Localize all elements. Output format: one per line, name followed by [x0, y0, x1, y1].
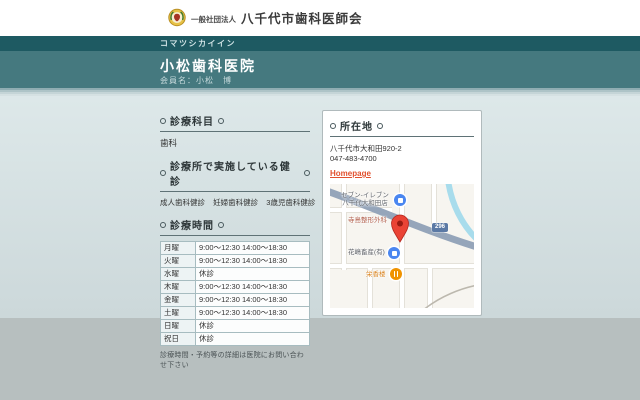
- clinic-detail-page: 一般社団法人 八千代市歯科医師会 コマツシカイイン 小松歯科医院 会員名：小松 …: [0, 0, 640, 400]
- time-cell: 9:00〜12:30 14:00〜18:30: [195, 254, 310, 268]
- day-cell: 祝日: [160, 332, 196, 346]
- day-cell: 木曜: [160, 280, 196, 294]
- checkup-item: 妊婦歯科健診: [213, 198, 259, 207]
- heading-dot: [218, 117, 224, 124]
- store-poi-icon: [394, 194, 406, 206]
- map-label-restaurant: 栄香楼: [366, 271, 386, 278]
- member-name: 会員名：小松 博: [160, 76, 232, 85]
- day-cell: 日曜: [160, 319, 196, 333]
- time-cell: 9:00〜12:30 14:00〜18:30: [195, 241, 310, 255]
- day-cell: 金曜: [160, 293, 196, 307]
- departments-heading-label: 診療科目: [170, 117, 214, 128]
- departments-value: 歯科: [160, 138, 178, 148]
- hours-note: 診療時間・予約等の詳細は医院にお問い合わせ下さい: [160, 352, 304, 369]
- time-cell: 9:00〜12:30 14:00〜18:30: [195, 306, 310, 320]
- location-heading-label: 所在地: [340, 122, 373, 133]
- heading-dot: [218, 221, 224, 228]
- main-content: 診療科目 歯科 診療所で実施している健診 成人歯科健診 妊婦歯科健診 3歳児歯科…: [0, 98, 640, 369]
- association-logo-icon: [168, 8, 186, 27]
- heading-dot: [160, 170, 166, 176]
- table-row: 金曜 9:00〜12:30 14:00〜18:30: [160, 293, 310, 307]
- checkup-item: 3歳児歯科健診: [266, 198, 316, 207]
- checkup-item: 成人歯科健診: [160, 198, 205, 207]
- clinic-address: 八千代市大和田920-2: [330, 144, 402, 153]
- org-home-link[interactable]: 一般社団法人 八千代市歯科医師会: [168, 8, 363, 27]
- band-fade-divider: [0, 88, 640, 98]
- table-row: 火曜 9:00〜12:30 14:00〜18:30: [160, 254, 310, 268]
- office-hours-table: 月曜 9:00〜12:30 14:00〜18:30 火曜 9:00〜12:30 …: [160, 241, 310, 346]
- company-poi-icon: [388, 247, 400, 259]
- day-cell: 火曜: [160, 254, 196, 268]
- org-name: 八千代市歯科医師会: [241, 12, 363, 26]
- heading-dot: [160, 221, 166, 228]
- page-title: 小松歯科医院: [160, 58, 256, 74]
- map-label-hospital: 寺島整形外科: [348, 217, 387, 224]
- table-row: 木曜 9:00〜12:30 14:00〜18:30: [160, 280, 310, 294]
- route-296-shield: 296: [432, 223, 448, 232]
- checkups-heading-label: 診療所で実施している健診: [170, 162, 291, 188]
- clinic-title-band: 小松歯科医院 会員名：小松 博: [0, 51, 640, 88]
- map-label-convenience-store: セブン-イレブン 八千代大和田店: [336, 192, 394, 207]
- table-row: 祝日 休診: [160, 332, 310, 346]
- org-prefix: 一般社団法人: [191, 15, 236, 24]
- heading-dot: [377, 122, 383, 129]
- homepage-link[interactable]: Homepage: [330, 169, 371, 178]
- day-cell: 月曜: [160, 241, 196, 255]
- time-cell: 9:00〜12:30 14:00〜18:30: [195, 293, 310, 307]
- location-heading: 所在地: [330, 118, 474, 137]
- table-row: 日曜 休診: [160, 319, 310, 333]
- table-row: 水曜 休診: [160, 267, 310, 281]
- site-header: 一般社団法人 八千代市歯科医師会: [0, 0, 640, 36]
- time-cell: 休診: [195, 319, 310, 333]
- departments-heading: 診療科目: [160, 113, 310, 132]
- time-cell: 休診: [195, 332, 310, 346]
- clinic-info-column: 診療科目 歯科 診療所で実施している健診 成人歯科健診 妊婦歯科健診 3歳児歯科…: [160, 113, 315, 370]
- table-row: 土曜 9:00〜12:30 14:00〜18:30: [160, 306, 310, 320]
- checkups-heading: 診療所で実施している健診: [160, 158, 310, 192]
- checkup-items: 成人歯科健診 妊婦歯科健診 3歳児歯科健診: [160, 197, 315, 208]
- table-row: 月曜 9:00〜12:30 14:00〜18:30: [160, 241, 310, 255]
- heading-dot: [330, 122, 336, 129]
- day-cell: 水曜: [160, 267, 196, 281]
- map-label-company: 花嶋畜産(有): [348, 249, 385, 256]
- hours-heading: 診療時間: [160, 217, 310, 236]
- location-box: 所在地 八千代市大和田920-2 047-483-4700 Homepage セ…: [322, 110, 482, 316]
- hours-heading-label: 診療時間: [170, 221, 214, 232]
- heading-dot: [304, 170, 310, 176]
- map-label-line: 八千代大和田店: [342, 199, 388, 207]
- map-label-line: セブン-イレブン: [341, 192, 389, 199]
- clinic-kana: コマツシカイイン: [160, 39, 236, 48]
- time-cell: 休診: [195, 267, 310, 281]
- time-cell: 9:00〜12:30 14:00〜18:30: [195, 280, 310, 294]
- clinic-phone: 047-483-4700: [330, 153, 377, 163]
- heading-dot: [160, 117, 166, 124]
- clinic-kana-strip: コマツシカイイン: [0, 36, 640, 51]
- restaurant-poi-icon: [390, 268, 402, 280]
- day-cell: 土曜: [160, 306, 196, 320]
- location-map[interactable]: セブン-イレブン 八千代大和田店 寺島整形外科 296 花嶋畜産(有) 栄香楼: [330, 184, 474, 308]
